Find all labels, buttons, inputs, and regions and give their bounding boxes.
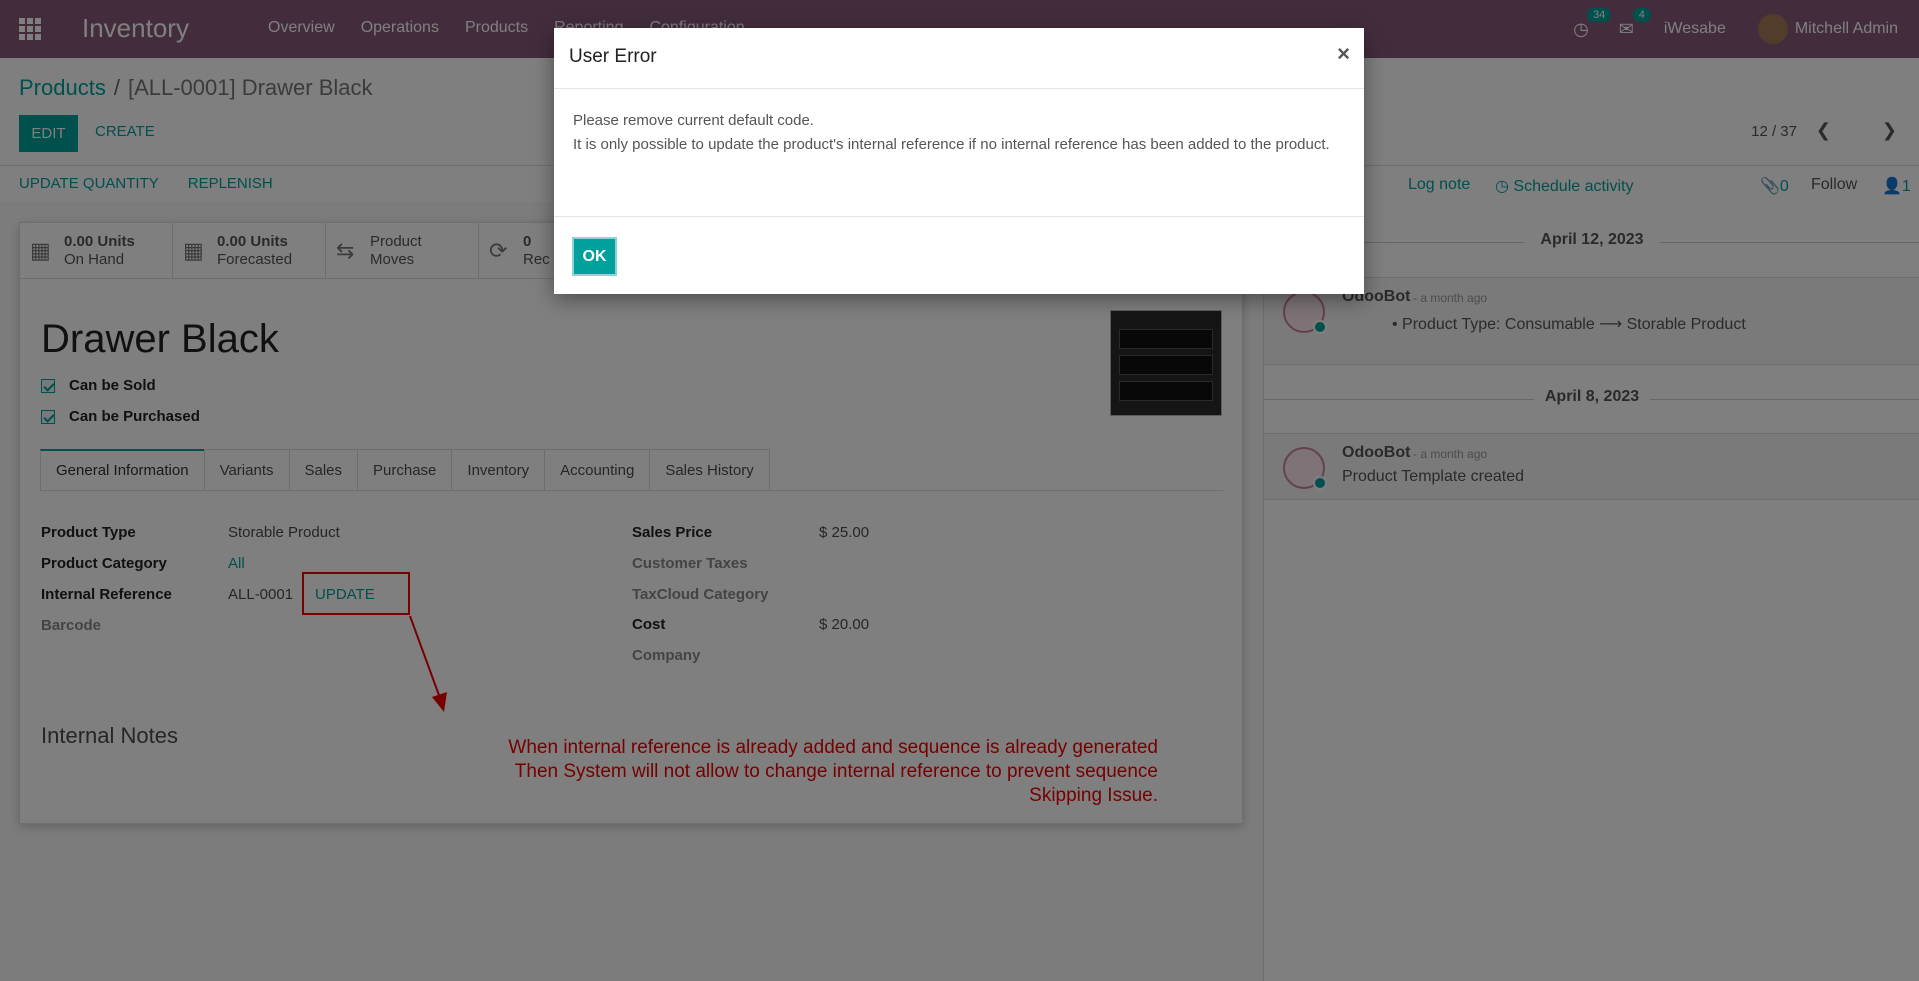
modal-body: Please remove current default code. It i… [573, 109, 1353, 157]
modal-footer [554, 216, 1364, 294]
error-message-line-1: Please remove current default code. [573, 112, 814, 129]
user-error-dialog: User Error × Please remove current defau… [554, 28, 1364, 294]
close-icon[interactable]: × [1337, 41, 1350, 67]
error-message-line-2: It is only possible to update the produc… [573, 136, 1330, 153]
modal-title: User Error [569, 46, 657, 67]
modal-header: User Error × [554, 28, 1364, 89]
ok-button[interactable]: OK [572, 237, 617, 276]
